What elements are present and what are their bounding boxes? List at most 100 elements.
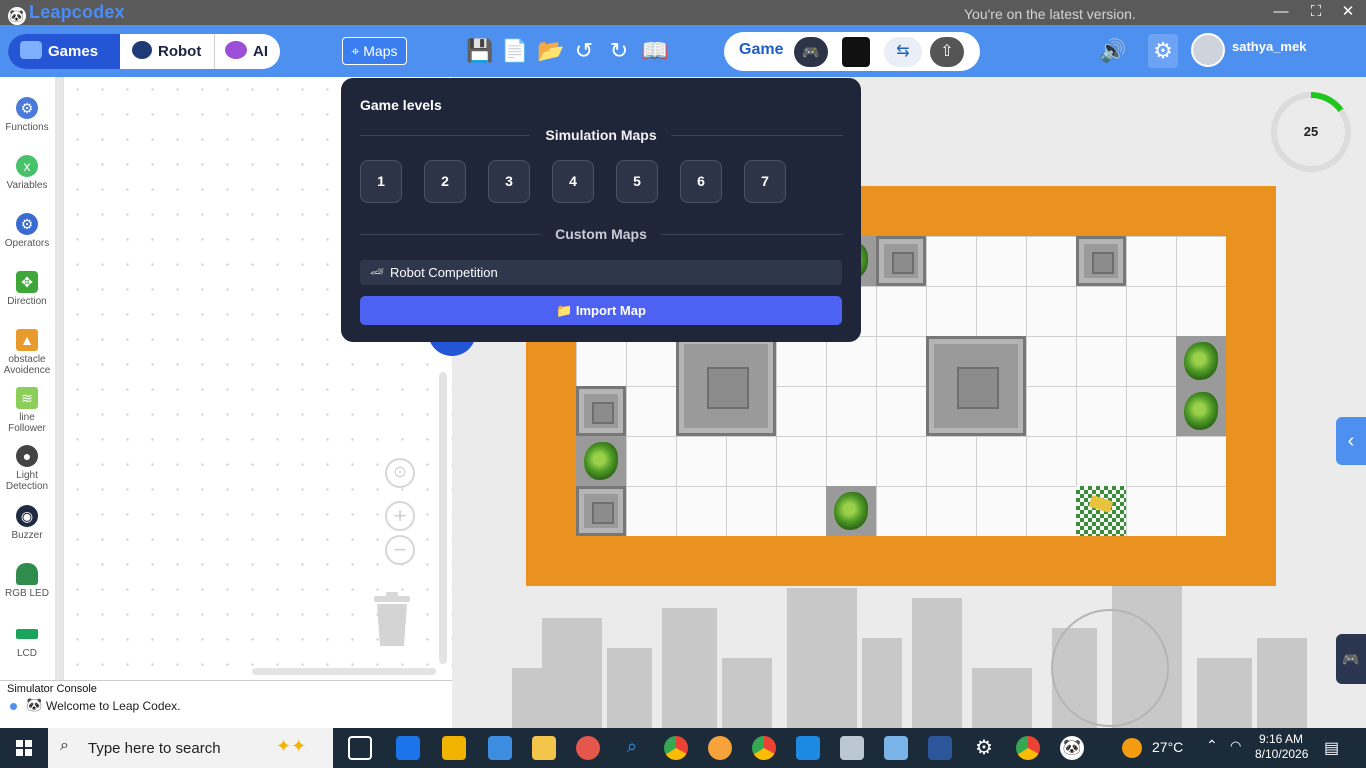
block-categories: ⚙ Functions x Variables ⚙ Operators ✥ Direct… [0, 77, 64, 680]
vscode-icon[interactable] [796, 736, 820, 760]
robot-icon [132, 41, 152, 59]
map-pin-icon: ⌖ [351, 43, 364, 59]
chrome-profile-icon[interactable] [752, 736, 776, 760]
redo-icon[interactable]: ↻ [606, 38, 632, 64]
chrome-app-icon[interactable] [1016, 736, 1040, 760]
control-panel-icon[interactable] [840, 736, 864, 760]
zoom-in-button[interactable]: + [385, 501, 415, 531]
upload-icon[interactable]: ⇧ [930, 37, 964, 67]
collapse-panel-button[interactable]: ‹ [1336, 417, 1366, 465]
brave-icon[interactable] [708, 736, 732, 760]
open-folder-icon[interactable]: 📂 [536, 38, 566, 64]
obstacle-icon: ▲ [16, 329, 38, 351]
device-icon[interactable] [842, 37, 870, 67]
category-line-follower[interactable]: ≋ line Follower [0, 387, 54, 434]
chevron-up-icon[interactable]: ⌃ [1206, 737, 1218, 754]
user-name[interactable]: sathya_mek [1232, 39, 1306, 54]
avatar[interactable] [1191, 33, 1225, 67]
plant-obstacle [1176, 336, 1226, 386]
workspace-horizontal-scrollbar[interactable] [252, 668, 436, 675]
level-button-3[interactable]: 3 [488, 160, 530, 203]
search-app-icon[interactable]: ⌕ [620, 736, 644, 760]
category-operators[interactable]: ⚙ Operators [0, 213, 54, 249]
paint-icon[interactable] [576, 736, 600, 760]
light-sensor-icon: ● [16, 445, 38, 467]
new-file-icon[interactable]: 📄 [501, 38, 528, 64]
chrome-icon[interactable] [664, 736, 688, 760]
system-clock[interactable]: 9:16 AM 8/10/2026 [1255, 732, 1308, 762]
category-direction[interactable]: ✥ Direction [0, 271, 54, 307]
custom-map-item[interactable]: 🏎 Robot Competition [360, 260, 842, 285]
category-buzzer[interactable]: ◉ Buzzer [0, 505, 54, 541]
console-bullet [10, 703, 17, 710]
zoom-out-button[interactable]: − [385, 535, 415, 565]
task-view-icon[interactable] [348, 736, 372, 760]
rock-obstacle [576, 486, 626, 536]
category-light-detection[interactable]: ● Light Detection [0, 445, 54, 492]
mail-icon[interactable] [488, 736, 512, 760]
word-icon[interactable] [928, 736, 952, 760]
save-icon[interactable]: 💾 [466, 38, 493, 64]
rock-obstacle [676, 336, 776, 436]
category-rgb-led[interactable]: RGB LED [0, 563, 54, 599]
level-button-7[interactable]: 7 [744, 160, 786, 203]
import-map-button[interactable]: 📁 Import Map [360, 296, 842, 325]
notifications-icon[interactable]: ▤ [1324, 738, 1339, 758]
console-message: Welcome to Leap Codex. [46, 699, 181, 713]
level-button-5[interactable]: 5 [616, 160, 658, 203]
book-icon[interactable]: 📖 [641, 38, 668, 64]
undo-icon[interactable]: ↺ [571, 38, 597, 64]
leapcodex-taskbar-icon[interactable]: 🐼 [1060, 736, 1084, 760]
settings-icon[interactable]: ⚙ [972, 736, 996, 760]
brain-icon [225, 41, 247, 59]
timer-ring: 25 [1271, 92, 1351, 172]
maximize-button[interactable]: ⛶ [1306, 2, 1326, 22]
tab-robot[interactable]: Robot [122, 34, 212, 69]
maps-button[interactable]: ⌖ Maps [342, 37, 407, 65]
wifi-icon[interactable]: ◠ [1230, 738, 1241, 754]
lcd-icon [16, 629, 38, 639]
settings-gear-icon[interactable]: ⚙ [1148, 34, 1178, 68]
rock-obstacle [1076, 236, 1126, 286]
category-variables[interactable]: x Variables [0, 155, 54, 191]
level-button-4[interactable]: 4 [552, 160, 594, 203]
file-explorer-icon[interactable] [532, 736, 556, 760]
volume-icon[interactable]: 🔊 [1098, 38, 1128, 64]
taskbar-search[interactable]: ⌕ Type here to search ✦✦ [48, 728, 333, 768]
level-button-2[interactable]: 2 [424, 160, 466, 203]
mode-tabs: Games Robot AI [8, 34, 280, 69]
windows-taskbar: ⌕ Type here to search ✦✦ ⌕ ⚙ 🐼 27°C ⌃ ◠ … [0, 728, 1366, 768]
workspace-vertical-scrollbar[interactable] [439, 372, 447, 664]
gamepad-icon[interactable]: 🎮 [794, 37, 828, 67]
network-tool-icon[interactable] [884, 736, 908, 760]
rock-obstacle [926, 336, 1026, 436]
tab-ai[interactable]: AI [214, 34, 280, 69]
plant-obstacle [576, 436, 626, 486]
update-status: You're on the latest version. [964, 6, 1136, 22]
app-title: Leapcodex [29, 2, 125, 22]
popup-title: Game levels [360, 97, 442, 113]
recenter-icon[interactable]: ⊙ [385, 458, 415, 488]
panda-icon: 🐼 [26, 697, 43, 712]
category-obstacle-avoidence[interactable]: ▲ obstacle Avoidence [0, 329, 54, 376]
usb-icon[interactable]: ⇆ [884, 37, 922, 67]
plant-obstacle [1176, 386, 1226, 436]
tab-games[interactable]: Games [8, 34, 120, 69]
outlook-icon[interactable] [396, 736, 420, 760]
rock-obstacle [576, 386, 626, 436]
category-lcd[interactable]: LCD [0, 623, 54, 659]
store-icon[interactable] [442, 736, 466, 760]
level-button-1[interactable]: 1 [360, 160, 402, 203]
category-functions[interactable]: ⚙ Functions [0, 97, 54, 133]
windows-start-icon[interactable] [0, 728, 48, 768]
temperature[interactable]: 27°C [1152, 739, 1183, 755]
minimize-button[interactable]: — [1271, 2, 1291, 22]
sidebar-scrollbar[interactable] [55, 77, 63, 680]
timer-value: 25 [1277, 98, 1345, 166]
maps-popup: Game levels Simulation Maps 1 2 3 4 5 6 … [341, 78, 861, 342]
trash-icon[interactable] [372, 592, 412, 646]
close-button[interactable]: ✕ [1338, 2, 1358, 22]
buzzer-icon: ◉ [16, 505, 38, 527]
gamepad-panel-button[interactable]: 🎮 [1336, 634, 1366, 684]
level-button-6[interactable]: 6 [680, 160, 722, 203]
